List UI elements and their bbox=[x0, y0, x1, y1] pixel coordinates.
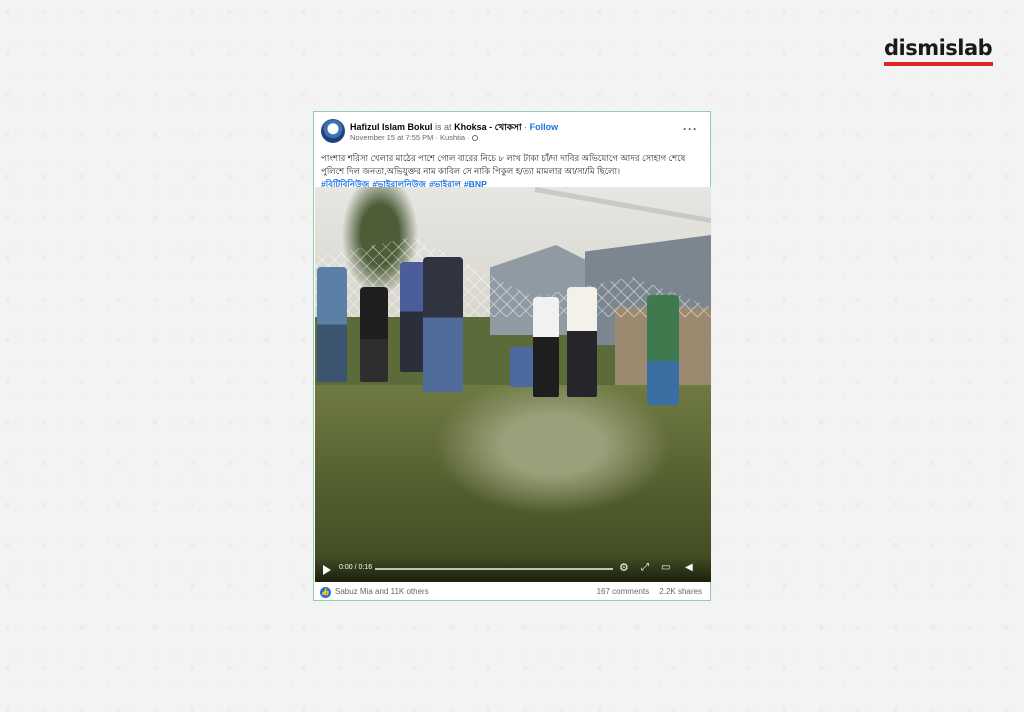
volume-icon[interactable]: ◀ bbox=[685, 562, 693, 574]
author-name[interactable]: Hafizul Islam Bokul bbox=[350, 122, 433, 132]
post-header: Hafizul Islam Bokul is at Khoksa - খোকসা… bbox=[320, 118, 704, 148]
settings-icon[interactable]: ⚙ bbox=[619, 562, 629, 574]
brand-underline bbox=[884, 62, 993, 66]
more-options-icon[interactable]: ··· bbox=[683, 122, 698, 136]
separator-dot: · bbox=[524, 122, 528, 132]
video-frame-person bbox=[360, 287, 388, 382]
follow-button[interactable]: Follow bbox=[530, 122, 559, 132]
pip-icon[interactable]: ▭ bbox=[661, 562, 670, 574]
video-time: 0:00 / 0:16 bbox=[339, 564, 373, 571]
location-link[interactable]: Khoksa - খোকসা bbox=[454, 122, 522, 132]
video-frame-person bbox=[423, 257, 463, 392]
video-frame-person bbox=[317, 267, 347, 382]
post-timestamp[interactable]: November 15 at 7:55 PM · Kushtia · bbox=[350, 133, 470, 142]
globe-icon bbox=[471, 135, 478, 141]
post-meta: November 15 at 7:55 PM · Kushtia · bbox=[350, 133, 478, 142]
video-frame-person bbox=[567, 287, 597, 397]
facebook-post-card: Hafizul Islam Bokul is at Khoksa - খোকসা… bbox=[313, 111, 711, 601]
is-at-text: is at bbox=[435, 122, 452, 132]
video-player[interactable]: 0:00 / 0:16 ⚙ ⤢ ▭ ◀ bbox=[315, 187, 711, 582]
video-progress-bar[interactable] bbox=[375, 568, 613, 570]
video-frame-field bbox=[315, 385, 711, 582]
post-caption: পাংশার শরিসা খেলার মাঠের পাশে গোল বারের … bbox=[321, 152, 705, 191]
post-footer: 👍 Sabuz Mia and 11K others 167 comments … bbox=[320, 586, 702, 600]
video-frame-person bbox=[533, 297, 559, 397]
caption-text: পাংশার শরিসা খেলার মাঠের পাশে গোল বারের … bbox=[321, 153, 686, 176]
play-icon[interactable] bbox=[323, 565, 331, 575]
video-controls: 0:00 / 0:16 ⚙ ⤢ ▭ ◀ bbox=[315, 556, 711, 582]
reaction-summary[interactable]: Sabuz Mia and 11K others bbox=[335, 587, 429, 596]
fullscreen-icon[interactable]: ⤢ bbox=[641, 562, 649, 574]
like-icon: 👍 bbox=[320, 587, 331, 598]
shares-count[interactable]: 2.2K shares bbox=[659, 587, 702, 596]
avatar[interactable] bbox=[321, 119, 345, 143]
post-stats: 167 comments 2.2K shares bbox=[597, 587, 702, 596]
video-frame-person bbox=[647, 295, 679, 405]
brand-name: dismislab bbox=[884, 36, 993, 60]
brand-logo: dismislab bbox=[884, 36, 994, 66]
comments-count[interactable]: 167 comments bbox=[597, 587, 649, 596]
